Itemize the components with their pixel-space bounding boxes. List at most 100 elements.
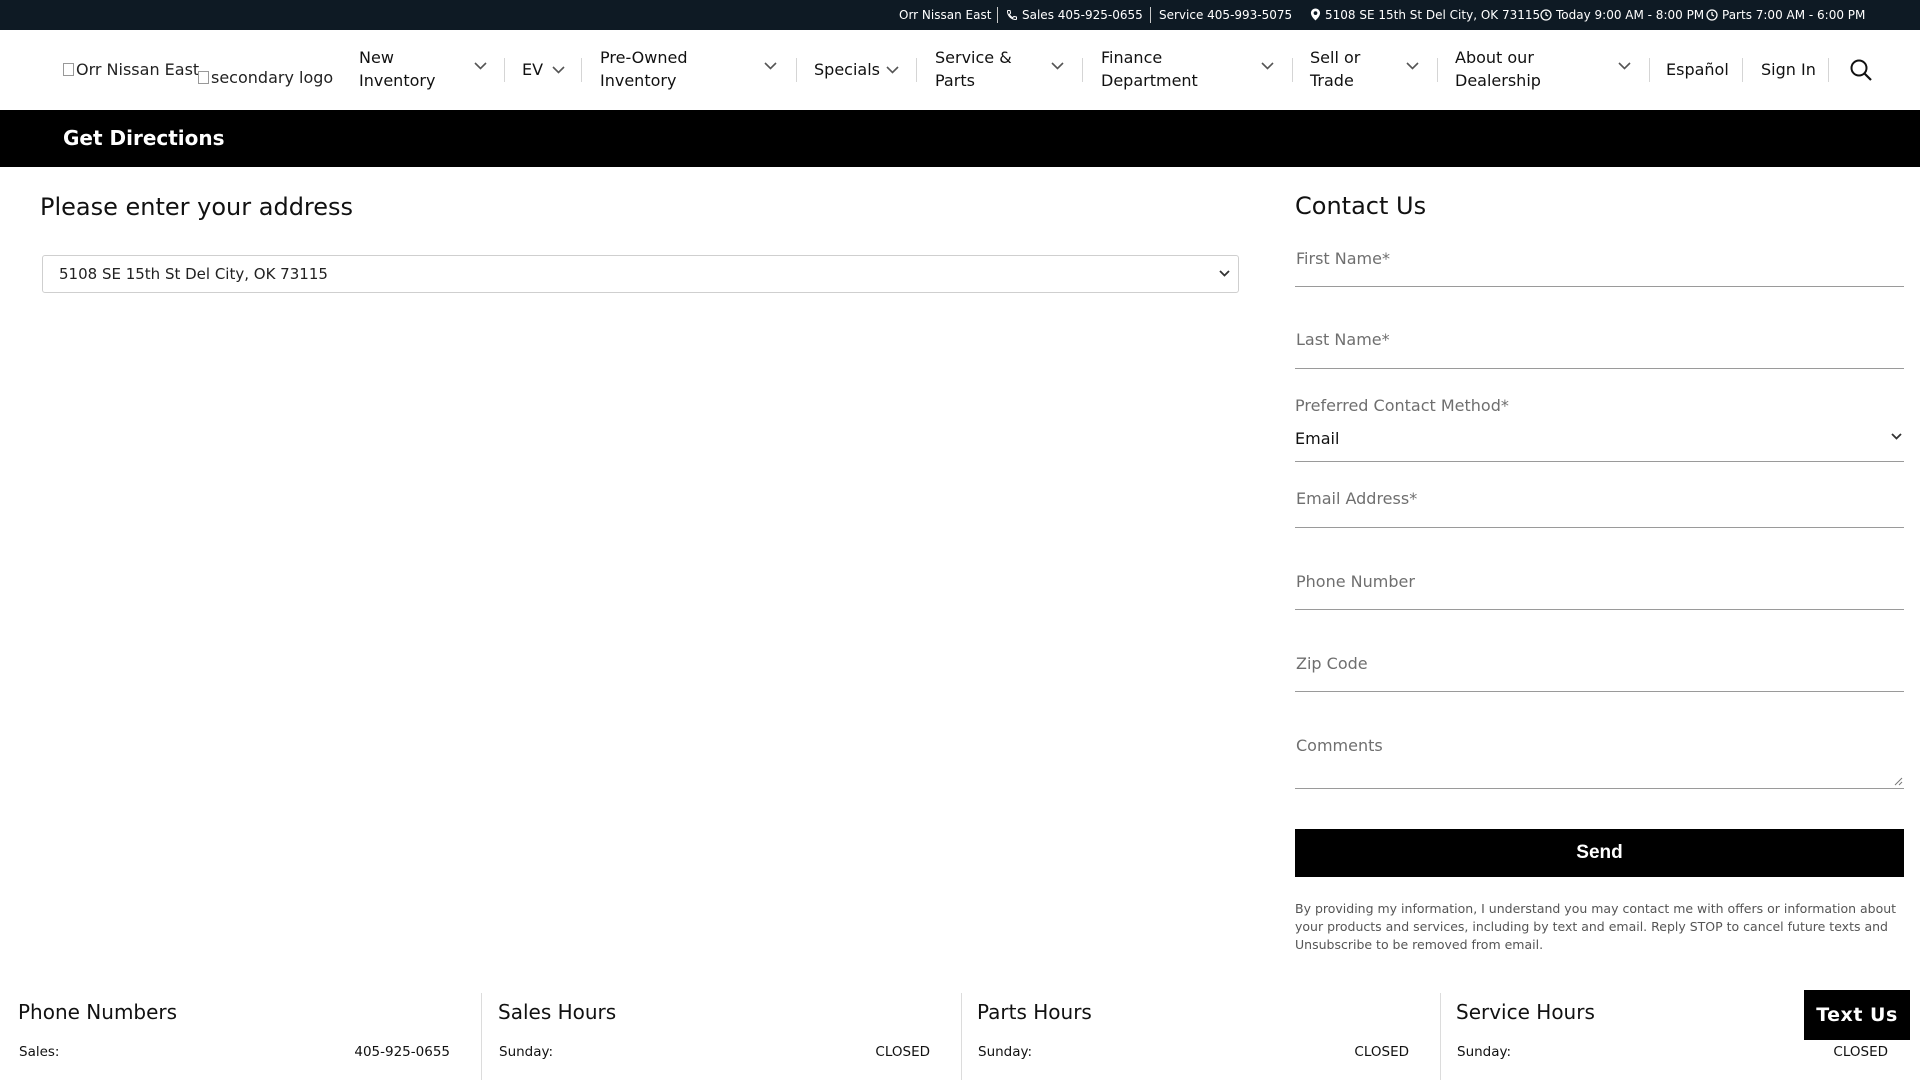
nav-specials[interactable]: Specials	[814, 58, 914, 106]
secondary-logo[interactable]: secondary logo	[198, 38, 333, 118]
column-title: Sales Hours	[498, 1000, 617, 1024]
page-title: Get Directions	[63, 126, 225, 150]
row-value: CLOSED	[875, 1044, 930, 1060]
chevron-down-icon	[1051, 62, 1064, 70]
nav-sell-or-trade[interactable]: Sell or Trade	[1310, 46, 1420, 94]
address-link[interactable]: 5108 SE 15th St Del City, OK 73115	[1310, 0, 1540, 30]
espanol-link[interactable]: Español	[1666, 30, 1729, 110]
page-title-bar: Get Directions	[0, 110, 1920, 167]
row-label: Sunday:	[499, 1044, 554, 1060]
nav-label-line1: Specials	[814, 60, 880, 79]
email-placeholder: Email Address*	[1296, 489, 1418, 508]
sign-in-link[interactable]: Sign In	[1761, 30, 1816, 110]
chevron-down-icon	[1219, 270, 1230, 277]
nav-label-line2: Trade	[1310, 71, 1354, 90]
nav-label-line1: Sell or	[1310, 48, 1361, 67]
search-icon[interactable]	[1850, 59, 1872, 81]
nav-divider	[1437, 58, 1438, 82]
sales-phone-value[interactable]: 405-925-0655	[354, 1044, 450, 1060]
zip-field[interactable]: Zip Code	[1295, 646, 1904, 692]
nav-divider	[796, 58, 797, 82]
broken-image-icon	[198, 71, 209, 84]
phone-field[interactable]: Phone Number	[1295, 564, 1904, 610]
email-field[interactable]: Email Address*	[1295, 482, 1904, 528]
nav-label-line2: Department	[1101, 71, 1198, 90]
phone-icon	[1006, 10, 1017, 21]
send-button[interactable]: Send	[1295, 829, 1904, 877]
parts-hours[interactable]: Parts 7:00 AM - 6:00 PM	[1706, 0, 1865, 30]
comments-placeholder: Comments	[1296, 736, 1383, 755]
first-name-placeholder: First Name*	[1296, 249, 1390, 268]
disclaimer-text: By providing my information, I understan…	[1295, 901, 1897, 952]
phone-numbers-column: Phone Numbers Sales: 405-925-0655	[2, 993, 482, 1080]
nav-divider	[1082, 58, 1083, 82]
dealer-logo[interactable]: Orr Nissan East	[63, 30, 199, 110]
last-name-placeholder: Last Name*	[1296, 330, 1390, 349]
preferred-contact-select[interactable]: Preferred Contact Method* Email	[1295, 396, 1904, 462]
preferred-contact-label: Preferred Contact Method*	[1295, 396, 1509, 415]
parts-hours-column: Parts Hours Sunday: CLOSED	[961, 993, 1441, 1080]
address-section-title: Please enter your address	[40, 193, 354, 221]
comments-textarea[interactable]: Comments	[1295, 728, 1904, 789]
chevron-down-icon	[886, 66, 899, 74]
text-us-button[interactable]: Text Us	[1804, 990, 1910, 1040]
nav-label-line2: Inventory	[600, 71, 677, 90]
last-name-field[interactable]: Last Name*	[1295, 322, 1904, 369]
nav-service-parts[interactable]: Service & Parts	[935, 46, 1065, 94]
resize-grip-icon[interactable]	[1894, 777, 1903, 786]
secondary-logo-alt: secondary logo	[211, 68, 334, 87]
row-label: Sunday:	[1457, 1044, 1512, 1060]
service-phone-link[interactable]: Service 405-993-5075	[1159, 0, 1292, 30]
nav-ev[interactable]: EV	[522, 58, 582, 106]
sales-phone-text: Sales 405-925-0655	[1022, 8, 1143, 22]
topbar-divider	[997, 7, 998, 23]
column-title: Phone Numbers	[18, 1000, 178, 1024]
nav-divider	[1742, 58, 1743, 82]
nav-label-line1: About our	[1455, 48, 1534, 67]
dealer-logo-alt: Orr Nissan East	[76, 60, 200, 79]
chevron-down-icon	[1261, 62, 1274, 70]
nav-divider	[581, 58, 582, 82]
preferred-contact-value: Email	[1295, 429, 1340, 448]
top-utility-bar: Orr Nissan East Sales 405-925-0655 Servi…	[0, 0, 1920, 30]
nav-label-line2: Inventory	[359, 71, 436, 90]
nav-pre-owned-inventory[interactable]: Pre-Owned Inventory	[600, 46, 780, 94]
column-title: Service Hours	[1456, 1000, 1595, 1024]
address-select[interactable]: 5108 SE 15th St Del City, OK 73115	[42, 255, 1239, 293]
chevron-down-icon	[764, 62, 777, 70]
nav-divider	[1292, 58, 1293, 82]
chevron-down-icon	[1618, 62, 1631, 70]
nav-about-dealership[interactable]: About our Dealership	[1455, 46, 1635, 94]
phone-placeholder: Phone Number	[1296, 572, 1415, 591]
row-label: Sunday:	[978, 1044, 1033, 1060]
nav-divider	[504, 58, 505, 82]
row-label: Sales:	[19, 1044, 60, 1060]
address-select-value: 5108 SE 15th St Del City, OK 73115	[59, 265, 328, 283]
topbar-divider	[1150, 7, 1151, 23]
broken-image-icon	[63, 63, 74, 76]
today-hours-text: Today 9:00 AM - 8:00 PM	[1556, 8, 1705, 22]
location-pin-icon	[1310, 8, 1321, 21]
clock-icon	[1540, 9, 1552, 21]
main-header: Orr Nissan East secondary logo New Inven…	[0, 30, 1920, 110]
nav-new-inventory[interactable]: New Inventory	[359, 46, 487, 94]
address-text: 5108 SE 15th St Del City, OK 73115	[1325, 8, 1541, 22]
chevron-down-icon	[474, 62, 487, 70]
sales-phone-link[interactable]: Sales 405-925-0655	[1006, 0, 1143, 30]
nav-label-line1: Finance	[1101, 48, 1163, 67]
nav-label-line1: Pre-Owned	[600, 48, 688, 67]
row-value: CLOSED	[1833, 1044, 1888, 1060]
column-title: Parts Hours	[977, 1000, 1092, 1024]
dealer-name-link[interactable]: Orr Nissan East	[899, 0, 991, 30]
nav-divider	[1828, 58, 1829, 82]
first-name-field[interactable]: First Name*	[1295, 240, 1904, 287]
row-value: CLOSED	[1354, 1044, 1409, 1060]
nav-finance-department[interactable]: Finance Department	[1101, 46, 1276, 94]
today-hours[interactable]: Today 9:00 AM - 8:00 PM	[1540, 0, 1704, 30]
chevron-down-icon	[552, 66, 565, 74]
zip-placeholder: Zip Code	[1296, 654, 1368, 673]
clock-icon	[1706, 9, 1718, 21]
chevron-down-icon	[1406, 62, 1419, 70]
nav-label-line1: New	[359, 48, 394, 67]
nav-label-line2: Parts	[935, 71, 975, 90]
